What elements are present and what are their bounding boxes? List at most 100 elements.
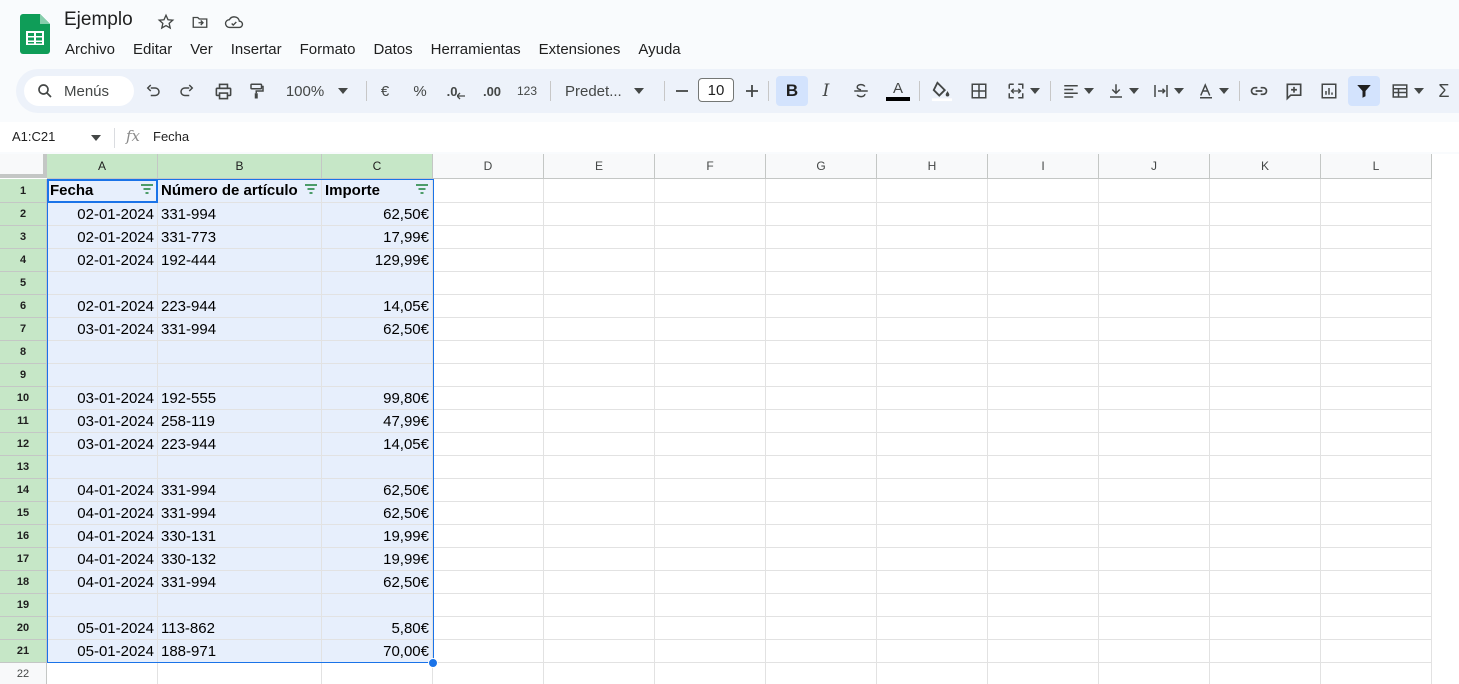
cell[interactable] [655, 502, 766, 525]
menu-ver[interactable]: Ver [181, 38, 222, 61]
cell[interactable] [47, 594, 158, 617]
cell[interactable] [988, 272, 1099, 295]
cell[interactable] [766, 617, 877, 640]
cell[interactable]: 47,99€ [322, 410, 433, 433]
cell[interactable] [988, 617, 1099, 640]
cell[interactable] [655, 249, 766, 272]
cell[interactable] [766, 226, 877, 249]
cell[interactable] [1321, 364, 1432, 387]
cell[interactable] [1099, 571, 1210, 594]
cell[interactable] [766, 295, 877, 318]
cell[interactable]: 192-444 [158, 249, 322, 272]
cell[interactable]: 331-773 [158, 226, 322, 249]
cell[interactable] [1321, 502, 1432, 525]
cell[interactable] [988, 548, 1099, 571]
cell[interactable] [1099, 179, 1210, 203]
cell[interactable] [544, 226, 655, 249]
cell[interactable] [877, 548, 988, 571]
cell[interactable] [655, 433, 766, 456]
cell[interactable] [766, 179, 877, 203]
cell[interactable]: 04-01-2024 [47, 502, 158, 525]
currency-format-button[interactable]: € [375, 76, 395, 106]
cell[interactable] [1210, 387, 1321, 410]
cell[interactable]: 129,99€ [322, 249, 433, 272]
cell[interactable] [544, 295, 655, 318]
cell[interactable] [877, 525, 988, 548]
cell[interactable] [1321, 318, 1432, 341]
cell[interactable] [877, 272, 988, 295]
cell[interactable] [433, 295, 544, 318]
column-header-e[interactable]: E [544, 154, 655, 179]
redo-button[interactable] [174, 76, 200, 106]
cell[interactable] [544, 594, 655, 617]
cell[interactable] [877, 479, 988, 502]
cell[interactable] [877, 318, 988, 341]
cell[interactable]: 04-01-2024 [47, 571, 158, 594]
cell[interactable] [877, 640, 988, 663]
cell[interactable]: 02-01-2024 [47, 249, 158, 272]
cell[interactable]: 05-01-2024 [47, 617, 158, 640]
cell[interactable] [655, 272, 766, 295]
row-header[interactable]: 15 [0, 502, 47, 525]
merge-cells-button[interactable] [1002, 76, 1044, 106]
percent-format-button[interactable]: % [410, 76, 430, 106]
cell[interactable] [433, 318, 544, 341]
cell[interactable] [544, 341, 655, 364]
cell[interactable] [988, 571, 1099, 594]
cell[interactable] [1099, 410, 1210, 433]
cell[interactable] [988, 594, 1099, 617]
fill-handle[interactable] [428, 658, 438, 668]
cell[interactable] [1099, 364, 1210, 387]
column-filter-icon[interactable] [416, 184, 428, 194]
row-header[interactable]: 7 [0, 318, 47, 341]
cell[interactable] [1210, 617, 1321, 640]
cell[interactable] [1321, 226, 1432, 249]
cell[interactable]: 03-01-2024 [47, 433, 158, 456]
horizontal-align-button[interactable] [1057, 76, 1099, 106]
cell[interactable] [1321, 548, 1432, 571]
cell[interactable]: 03-01-2024 [47, 318, 158, 341]
cell[interactable]: 03-01-2024 [47, 387, 158, 410]
cell[interactable] [766, 479, 877, 502]
cell[interactable]: 05-01-2024 [47, 640, 158, 663]
cell[interactable] [322, 272, 433, 295]
cell[interactable] [877, 433, 988, 456]
cell[interactable] [877, 502, 988, 525]
cell[interactable] [544, 249, 655, 272]
cell[interactable] [1321, 179, 1432, 203]
cell[interactable]: 14,05€ [322, 295, 433, 318]
cell[interactable] [1210, 456, 1321, 479]
cell[interactable] [988, 295, 1099, 318]
cell[interactable] [877, 341, 988, 364]
zoom-select[interactable]: 100% [282, 76, 352, 106]
cell[interactable]: 192-555 [158, 387, 322, 410]
column-filter-icon[interactable] [141, 184, 153, 194]
row-header[interactable]: 17 [0, 548, 47, 571]
text-rotation-button[interactable] [1192, 76, 1234, 106]
cell[interactable] [877, 364, 988, 387]
cell[interactable] [655, 479, 766, 502]
cell[interactable]: 331-994 [158, 479, 322, 502]
vertical-align-button[interactable] [1102, 76, 1144, 106]
cell[interactable] [433, 617, 544, 640]
cell[interactable] [158, 272, 322, 295]
cell[interactable] [766, 318, 877, 341]
cell[interactable] [1099, 433, 1210, 456]
cell[interactable] [1099, 525, 1210, 548]
cell[interactable]: 113-862 [158, 617, 322, 640]
cell[interactable]: 331-994 [158, 318, 322, 341]
cell[interactable] [433, 525, 544, 548]
cell[interactable] [1210, 272, 1321, 295]
cell[interactable] [433, 364, 544, 387]
cell[interactable] [433, 571, 544, 594]
column-header-j[interactable]: J [1099, 154, 1210, 179]
cell[interactable] [877, 617, 988, 640]
cell[interactable] [655, 663, 766, 684]
column-header-l[interactable]: L [1321, 154, 1432, 179]
column-header-h[interactable]: H [877, 154, 988, 179]
cell[interactable] [1321, 387, 1432, 410]
move-folder-icon[interactable] [188, 11, 212, 33]
insert-chart-button[interactable] [1316, 76, 1342, 106]
text-color-button[interactable]: A [884, 76, 912, 106]
cell[interactable] [433, 433, 544, 456]
